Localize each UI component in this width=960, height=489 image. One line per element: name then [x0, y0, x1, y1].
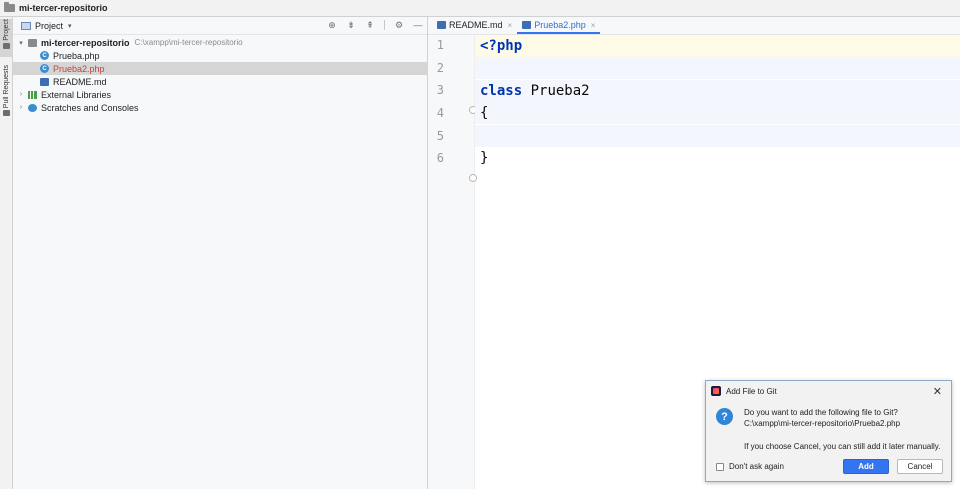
library-icon	[28, 90, 37, 99]
locate-file-icon[interactable]: ⊕	[327, 20, 337, 30]
left-tool-strip: Project Pull Requests	[0, 17, 13, 489]
question-icon: ?	[716, 408, 733, 425]
project-view-icon	[21, 21, 31, 30]
keyword-class: class	[480, 83, 523, 99]
dialog-message: Do you want to add the following file to…	[744, 407, 900, 429]
dont-ask-again-checkbox[interactable]: Don't ask again	[716, 462, 784, 471]
tool-tab-pull-requests-label: Pull Requests	[3, 65, 10, 109]
php-class-icon: C	[40, 51, 49, 60]
tree-item-readme[interactable]: README.md	[13, 75, 428, 88]
tree-item-label: README.md	[53, 76, 107, 87]
project-view-selector[interactable]: Project	[35, 21, 63, 31]
tab-readme[interactable]: README.md ×	[432, 16, 517, 34]
dialog-file-path: C:\xampp\mi-tercer-repositorio\Prueba2.p…	[744, 419, 901, 428]
line-number: 1	[436, 38, 444, 52]
php-file-icon	[522, 21, 532, 29]
hide-panel-icon[interactable]: —	[413, 20, 423, 30]
tree-item-prueba-php[interactable]: C Prueba.php	[13, 49, 428, 62]
tree-item-label: Prueba2.php	[53, 63, 105, 74]
title-bar: mi-tercer-repositorio	[0, 0, 960, 17]
chevron-down-icon[interactable]: ▾	[17, 39, 25, 47]
gear-icon[interactable]: ⚙	[394, 20, 404, 30]
tool-tab-project[interactable]: Project	[0, 19, 13, 57]
dialog-title: Add File to Git	[726, 386, 777, 396]
project-panel: Project ▾ ⊕ ⇟ ⇞ ⚙ — ▾ mi-tercer-reposito…	[13, 17, 428, 489]
close-icon[interactable]: ×	[591, 21, 596, 30]
line-number: 6	[436, 151, 444, 165]
tool-tab-project-label: Project	[3, 19, 10, 41]
code-line	[475, 125, 960, 147]
code-line: class Prueba2	[475, 80, 960, 102]
open-brace: {	[480, 105, 489, 121]
phpstorm-app-icon	[711, 386, 721, 396]
chevron-right-icon[interactable]: ›	[17, 91, 25, 98]
close-icon[interactable]: ✕	[933, 385, 942, 398]
project-panel-header: Project ▾ ⊕ ⇟ ⇞ ⚙ —	[13, 17, 427, 35]
line-number: 3	[436, 83, 444, 97]
checkbox-label: Don't ask again	[729, 462, 784, 471]
close-brace: }	[480, 150, 489, 166]
markdown-file-icon	[40, 77, 49, 86]
line-number: 5	[436, 129, 444, 143]
code-line: <?php	[475, 35, 960, 57]
chevron-down-icon[interactable]: ▾	[68, 22, 72, 30]
tree-item-external-libraries[interactable]: › External Libraries	[13, 88, 428, 101]
scratches-icon	[28, 103, 37, 112]
project-title[interactable]: mi-tercer-repositorio	[19, 3, 108, 13]
line-number: 2	[436, 61, 444, 75]
php-class-icon: C	[40, 64, 49, 73]
close-icon[interactable]: ×	[508, 21, 513, 30]
tree-item-scratches[interactable]: › Scratches and Consoles	[13, 101, 428, 114]
folder-icon	[28, 38, 37, 47]
checkbox-icon[interactable]	[716, 462, 724, 471]
line-number-gutter: 1 2 3 4 5 6	[428, 35, 477, 489]
tool-tab-pull-requests[interactable]: Pull Requests	[0, 65, 13, 123]
tab-label: Prueba2.php	[534, 20, 586, 30]
chevron-right-icon[interactable]: ›	[17, 104, 25, 111]
code-line: {	[475, 102, 960, 124]
collapse-all-icon[interactable]: ⇞	[365, 20, 375, 30]
tab-prueba2-php[interactable]: Prueba2.php ×	[517, 16, 601, 34]
add-button[interactable]: Add	[843, 459, 889, 474]
toolbar-divider	[384, 20, 385, 30]
folder-icon	[3, 42, 10, 49]
tree-item-prueba2-php[interactable]: C Prueba2.php	[13, 62, 428, 75]
dialog-message-line: Do you want to add the following file to…	[744, 408, 898, 417]
class-name: Prueba2	[522, 83, 590, 99]
editor-tab-bar: README.md × Prueba2.php ×	[428, 17, 960, 35]
project-toolbar: ⊕ ⇟ ⇞ ⚙ —	[327, 20, 423, 30]
code-line: }	[475, 147, 960, 169]
dialog-title-bar: Add File to Git ✕	[706, 381, 951, 401]
add-file-to-git-dialog: Add File to Git ✕ ? Do you want to add t…	[705, 380, 952, 482]
markdown-file-icon	[437, 21, 446, 29]
cancel-button[interactable]: Cancel	[897, 459, 943, 474]
pull-request-icon	[3, 110, 10, 117]
dialog-note: If you choose Cancel, you can still add …	[744, 442, 941, 451]
tree-item-root[interactable]: ▾ mi-tercer-repositorio C:\xampp\mi-terc…	[13, 36, 428, 49]
code-line	[475, 57, 960, 79]
tree-item-path: C:\xampp\mi-tercer-repositorio	[134, 38, 243, 47]
folder-icon	[4, 2, 15, 12]
expand-all-icon[interactable]: ⇟	[346, 20, 356, 30]
line-number: 4	[436, 106, 444, 120]
tree-item-label: Scratches and Consoles	[41, 102, 139, 113]
tree-item-label: External Libraries	[41, 89, 112, 100]
tree-item-label: Prueba.php	[53, 50, 100, 61]
tree-item-label: mi-tercer-repositorio	[41, 37, 130, 48]
php-open-tag: <?php	[480, 38, 523, 54]
tab-label: README.md	[449, 20, 503, 30]
